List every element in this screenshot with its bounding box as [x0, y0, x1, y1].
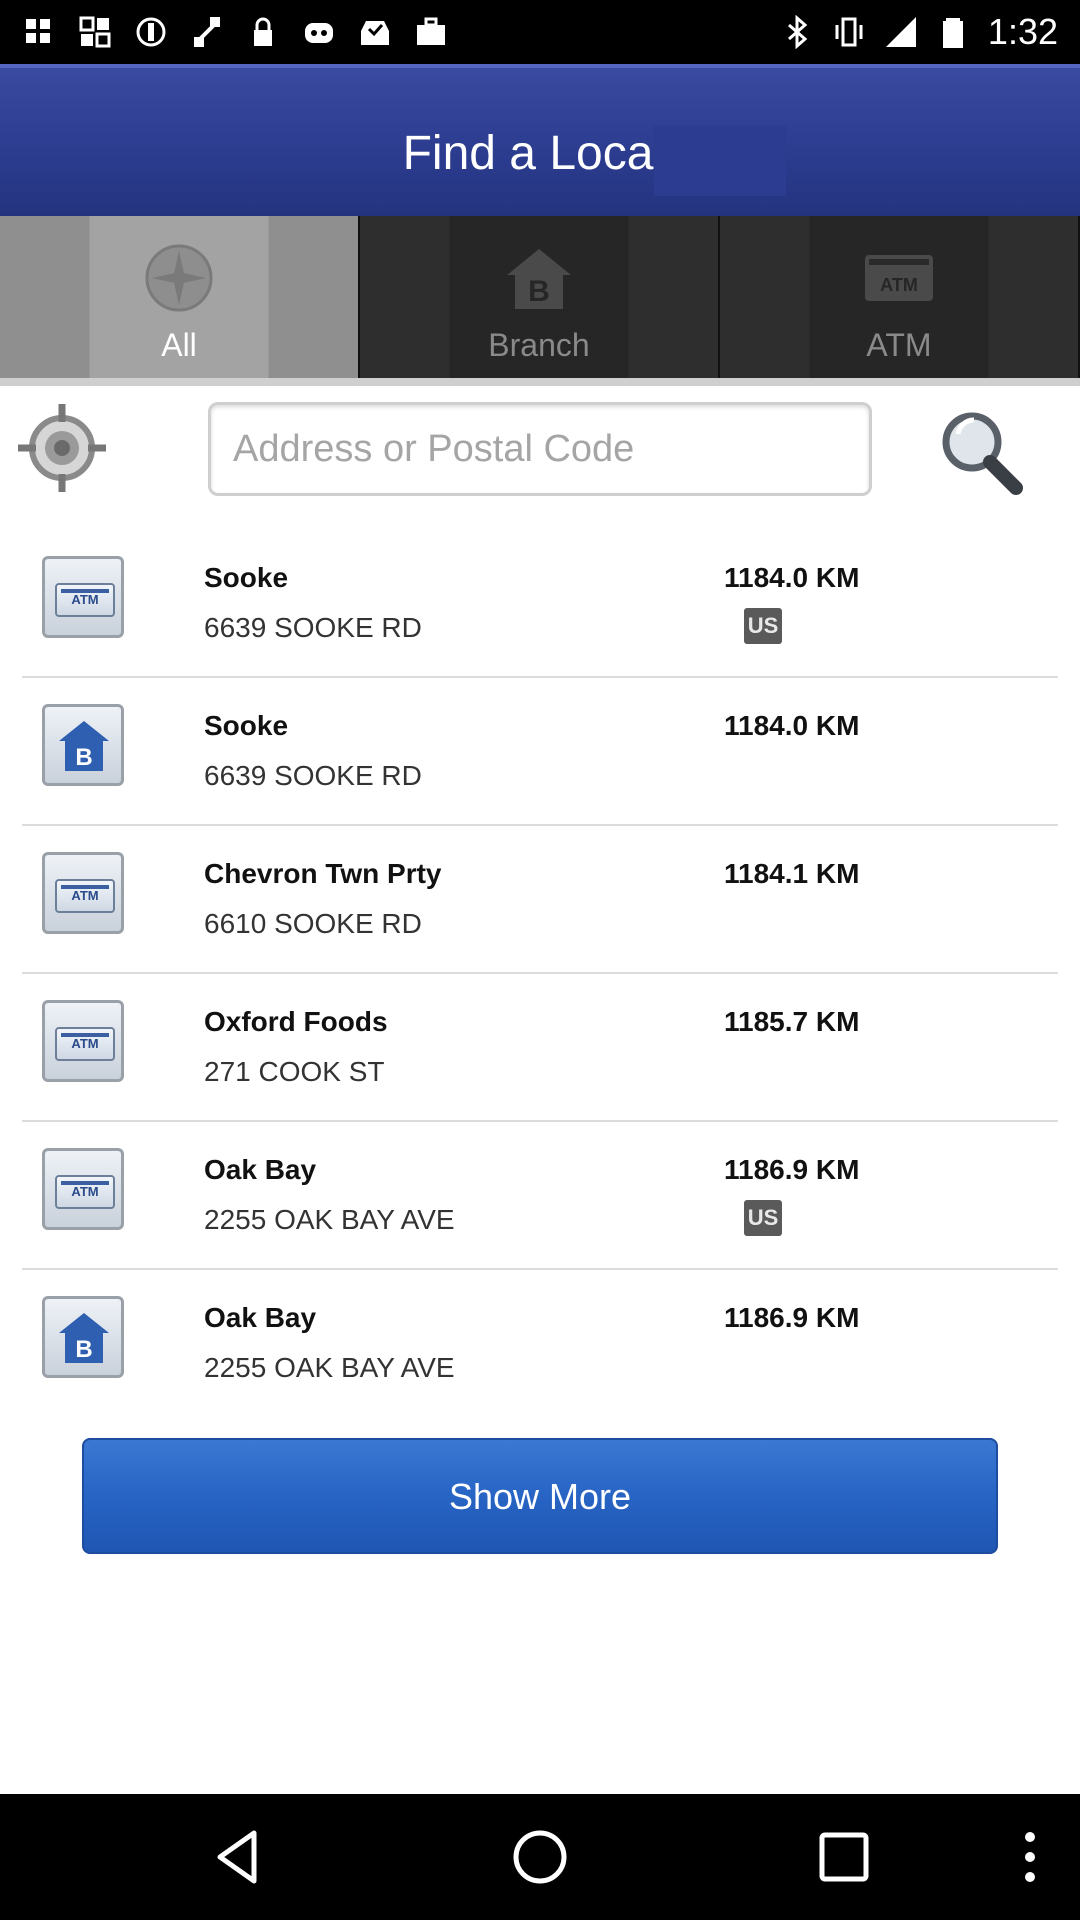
app-icon [79, 16, 111, 48]
bank-branch-icon: B [42, 1296, 124, 1378]
app-icon [26, 19, 50, 43]
location-name: Oak Bay [204, 1302, 317, 1333]
location-address: 6639 SOOKE RD [204, 760, 422, 791]
location-distance: 1185.7 KM [724, 1006, 860, 1037]
header: Find a Locati [0, 64, 1080, 216]
atm-icon: ATM [42, 556, 124, 638]
location-address: 2255 OAK BAY AVE [204, 1352, 455, 1383]
tab-label-branch: Branch [488, 327, 590, 363]
lock-icon [254, 17, 272, 46]
location-list: ATM Sooke 6639 SOOKE RD 1184.0 KM US B S… [0, 530, 1080, 1418]
svg-text:B: B [75, 744, 92, 771]
list-item[interactable]: ATM Chevron Twn Prty 6610 SOOKE RD 1184.… [0, 826, 1080, 974]
atm-icon: ATM [42, 1000, 124, 1082]
battery-icon [942, 18, 963, 48]
svg-text:ATM: ATM [880, 275, 918, 295]
show-more-button[interactable]: Show More [82, 1438, 998, 1554]
location-address: 6610 SOOKE RD [204, 908, 422, 939]
list-item[interactable]: ATM Oak Bay 2255 OAK BAY AVE 1186.9 KM U… [0, 1122, 1080, 1270]
fake-gps-icon [194, 17, 220, 47]
tab-branch[interactable]: B Branch [360, 216, 720, 382]
header-overlay [654, 126, 786, 196]
navigation-bar [0, 1794, 1080, 1920]
list-item[interactable]: ATM Sooke 6639 SOOKE RD 1184.0 KM US [0, 530, 1080, 678]
us-currency-badge: US [744, 608, 782, 644]
atm-icon: ATM [42, 1148, 124, 1230]
home-icon[interactable] [510, 1827, 570, 1887]
location-distance: 1186.9 KM [724, 1154, 860, 1185]
back-icon[interactable] [208, 1827, 268, 1887]
svg-text:B: B [528, 275, 550, 308]
app-icon [136, 17, 166, 47]
atm-icon: ATM [865, 255, 933, 301]
vibrate-icon [835, 17, 863, 47]
compass-icon [145, 244, 213, 312]
list-item[interactable]: B Oak Bay 2255 OAK BAY AVE 1186.9 KM [0, 1270, 1080, 1418]
bluetooth-icon [787, 15, 808, 49]
page-title: Find a Locati [402, 127, 678, 180]
status-bar: 1:32 [0, 0, 1080, 64]
location-name: Chevron Twn Prty [204, 858, 442, 889]
bank-branch-icon: B [42, 704, 124, 786]
address-search-input[interactable] [208, 402, 872, 496]
us-currency-badge: US [744, 1200, 782, 1236]
atm-icon: ATM [42, 852, 124, 934]
recents-icon[interactable] [814, 1827, 874, 1887]
list-item[interactable]: ATM Oxford Foods 271 COOK ST 1185.7 KM [0, 974, 1080, 1122]
location-name: Sooke [204, 710, 289, 741]
tab-atm[interactable]: ATM ATM [720, 216, 1080, 382]
signal-icon [885, 17, 916, 47]
location-name: Sooke [204, 562, 289, 593]
tabs-divider [0, 378, 1080, 386]
search-icon[interactable] [934, 404, 1026, 496]
bank-icon: B [507, 249, 571, 309]
locate-me-button[interactable] [16, 402, 108, 494]
location-name: Oxford Foods [204, 1006, 388, 1037]
briefcase-icon [417, 17, 445, 45]
location-distance: 1186.9 KM [724, 1302, 860, 1333]
menu-icon[interactable] [1000, 1827, 1060, 1887]
app-icon [305, 23, 333, 43]
location-address: 271 COOK ST [204, 1056, 385, 1087]
location-distance: 1184.0 KM [724, 710, 860, 741]
tab-all[interactable]: All [0, 216, 360, 382]
tab-label-atm: ATM [866, 327, 932, 363]
inbox-icon [361, 21, 389, 45]
status-time: 1:32 [987, 11, 1058, 52]
list-item[interactable]: B Sooke 6639 SOOKE RD 1184.0 KM [0, 678, 1080, 826]
location-address: 6639 SOOKE RD [204, 612, 422, 643]
location-distance: 1184.0 KM [724, 562, 860, 593]
location-distance: 1184.1 KM [724, 858, 860, 889]
location-address: 2255 OAK BAY AVE [204, 1204, 455, 1235]
location-name: Oak Bay [204, 1154, 317, 1185]
svg-text:B: B [75, 1336, 92, 1363]
tab-label-all: All [161, 327, 197, 363]
location-type-tabs: All B Branch ATM ATM [0, 216, 1080, 382]
